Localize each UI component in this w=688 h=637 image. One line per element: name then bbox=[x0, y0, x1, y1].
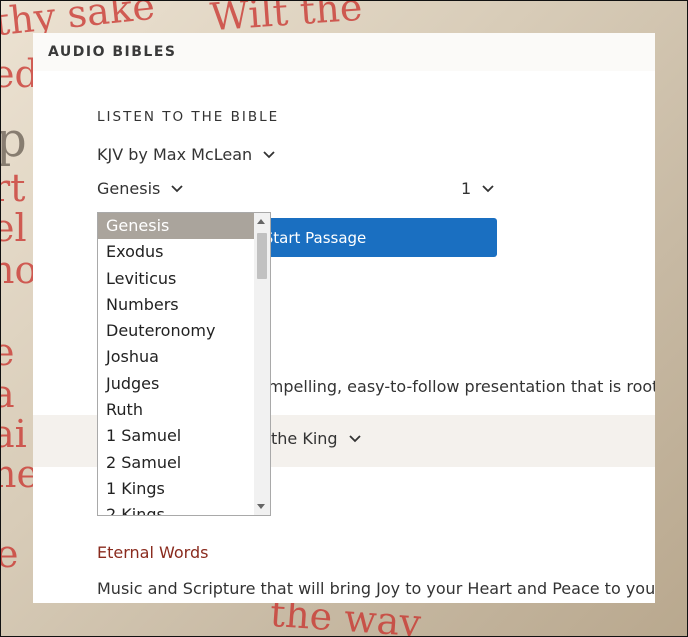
dropdown-option[interactable]: Judges bbox=[98, 371, 254, 397]
listen-heading: LISTEN TO THE BIBLE bbox=[97, 109, 280, 125]
dropdown-option[interactable]: 1 Kings bbox=[98, 476, 254, 502]
section-title-text: the King bbox=[271, 429, 338, 448]
panel-title: AUDIO BIBLES bbox=[48, 44, 177, 60]
scrollbar-thumb[interactable] bbox=[257, 233, 267, 279]
dropdown-option[interactable]: 2 Kings bbox=[98, 502, 254, 515]
book-select[interactable]: Genesis bbox=[97, 179, 184, 198]
dropdown-option[interactable]: 1 Samuel bbox=[98, 423, 254, 449]
bible-description: ompelling, easy-to-follow presentation t… bbox=[258, 377, 655, 396]
chevron-down-icon bbox=[348, 434, 362, 444]
bg-text: rt bbox=[0, 166, 26, 210]
panel-header: AUDIO BIBLES bbox=[33, 33, 655, 72]
bg-text: e bbox=[0, 532, 19, 576]
bg-text: p bbox=[0, 112, 27, 168]
eternal-words-description: Music and Scripture that will bring Joy … bbox=[97, 579, 655, 598]
scroll-down-icon[interactable] bbox=[257, 504, 265, 509]
dropdown-option[interactable]: Numbers bbox=[98, 292, 254, 318]
dropdown-option[interactable]: Joshua bbox=[98, 344, 254, 370]
dropdown-option[interactable]: Ruth bbox=[98, 397, 254, 423]
scroll-up-icon[interactable] bbox=[257, 219, 265, 224]
chapter-select[interactable]: 1 bbox=[461, 179, 495, 198]
bg-text: no bbox=[0, 248, 38, 292]
bg-text: e bbox=[0, 330, 15, 374]
dropdown-option[interactable]: Exodus bbox=[98, 239, 254, 265]
bg-text: a bbox=[0, 372, 15, 416]
bg-text: el bbox=[0, 206, 27, 250]
book-select-label: Genesis bbox=[97, 179, 161, 198]
eternal-words-title[interactable]: Eternal Words bbox=[97, 543, 208, 562]
chapter-select-label: 1 bbox=[461, 179, 472, 198]
chevron-down-icon bbox=[170, 184, 184, 194]
dropdown-option[interactable]: Leviticus bbox=[98, 266, 254, 292]
dropdown-option[interactable]: Deuteronomy bbox=[98, 318, 254, 344]
dropdown-option[interactable]: Genesis bbox=[98, 213, 254, 240]
chevron-down-icon bbox=[262, 150, 276, 160]
version-select-label: KJV by Max McLean bbox=[97, 145, 253, 164]
dropdown-options: Genesis Exodus Leviticus Numbers Deuteronomy… bbox=[98, 213, 254, 515]
start-passage-label: Start Passage bbox=[263, 228, 367, 247]
version-select[interactable]: KJV by Max McLean bbox=[97, 145, 276, 164]
book-dropdown-list[interactable]: Genesis Exodus Leviticus Numbers Deuteronomy… bbox=[97, 212, 271, 516]
bg-text: ai bbox=[0, 412, 27, 456]
chevron-down-icon bbox=[481, 184, 495, 194]
dropdown-scrollbar[interactable] bbox=[254, 213, 270, 515]
collapsible-section-title: the King bbox=[271, 429, 362, 448]
dropdown-option[interactable]: 2 Samuel bbox=[98, 450, 254, 476]
